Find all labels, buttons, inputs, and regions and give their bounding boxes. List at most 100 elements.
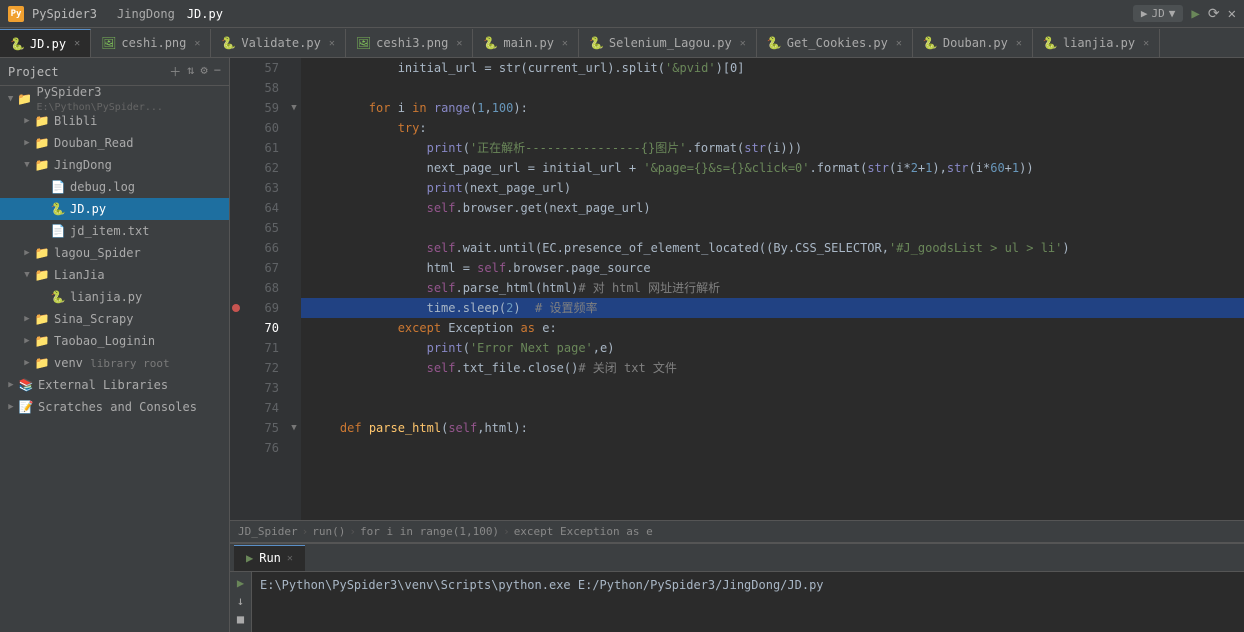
sync-icon[interactable]: ⇅ xyxy=(187,63,194,80)
run-tab-close[interactable]: ✕ xyxy=(287,553,293,564)
code-line-68: self.parse_html(html)# 对 html 网址进行解析 xyxy=(301,278,1244,298)
sidebar-label-douban-read: Douban_Read xyxy=(54,136,133,150)
py-icon-6: 🐍 xyxy=(923,36,938,50)
arrow-icon-sina: ▶ xyxy=(20,314,34,324)
py-file-icon: 🐍 xyxy=(50,202,66,216)
file-icon-debuglog: 📄 xyxy=(50,180,66,194)
app-name: PySpider3 xyxy=(32,7,97,21)
run-output-line: E:\Python\PySpider3\venv\Scripts\python.… xyxy=(260,576,1236,594)
tab-run[interactable]: ▶ Run ✕ xyxy=(234,545,305,571)
sidebar-item-lagou[interactable]: ▶ 📁 lagou_Spider xyxy=(0,242,229,264)
run-config-name: JD xyxy=(1152,7,1165,20)
line-60: 60 xyxy=(242,118,279,138)
sidebar-project-label: Project xyxy=(8,65,163,79)
sidebar-label-jingdong: JingDong xyxy=(54,158,112,172)
tab-close-getcookies[interactable]: ✕ xyxy=(896,38,902,49)
tab-getcookies[interactable]: 🐍 Get_Cookies.py ✕ xyxy=(757,29,913,57)
line-68: 68 xyxy=(242,278,279,298)
tab-bar: 🐍 JD.py ✕ 🖼 ceshi.png ✕ 🐍 Validate.py ✕ … xyxy=(0,28,1244,58)
run-icon: ▶ xyxy=(1141,7,1148,20)
title-tab-jdpy[interactable]: JD.py xyxy=(187,7,223,21)
tab-close-lianjia[interactable]: ✕ xyxy=(1143,38,1149,49)
code-line-60: try: xyxy=(301,118,1244,138)
line-57: 57 xyxy=(242,58,279,78)
tab-close-selenium[interactable]: ✕ xyxy=(740,38,746,49)
sidebar-item-jingdong[interactable]: ▼ 📁 JingDong xyxy=(0,154,229,176)
sidebar-label-pyspider3: PySpider3 E:\Python\PySpider... xyxy=(36,86,225,113)
breadcrumb-sep-2: › xyxy=(349,525,356,538)
run-config[interactable]: ▶ JD ▼ xyxy=(1133,5,1184,22)
breakpoint-gutter xyxy=(230,58,242,520)
sidebar-item-jd-py[interactable]: 🐍 JD.py xyxy=(0,198,229,220)
tab-main[interactable]: 🐍 main.py ✕ xyxy=(473,29,579,57)
line-66: 66 xyxy=(242,238,279,258)
sidebar-item-external-libs[interactable]: ▶ 📚 External Libraries xyxy=(0,374,229,396)
code-line-76 xyxy=(301,438,1244,458)
sidebar-item-debug-log[interactable]: 📄 debug.log xyxy=(0,176,229,198)
sidebar-label-scratches: Scratches and Consoles xyxy=(38,400,197,414)
sidebar-item-lianjia[interactable]: ▼ 📁 LianJia xyxy=(0,264,229,286)
tab-ceshi3[interactable]: 🖼 ceshi3.png ✕ xyxy=(346,29,474,57)
sidebar-item-venv[interactable]: ▶ 📁 venv library root xyxy=(0,352,229,374)
breadcrumb-part-3: for i in range(1,100) xyxy=(360,525,499,538)
breadcrumb-part-2: run() xyxy=(312,525,345,538)
sidebar-label-venv: venv library root xyxy=(54,356,170,370)
tab-douban[interactable]: 🐍 Douban.py ✕ xyxy=(913,29,1033,57)
tab-label-getcookies: Get_Cookies.py xyxy=(787,36,888,50)
sidebar-label-jd-txt: jd_item.txt xyxy=(70,224,149,238)
add-icon[interactable]: ＋ xyxy=(169,63,181,80)
run-button[interactable]: ▶ xyxy=(1191,6,1199,22)
sidebar-label-lagou: lagou_Spider xyxy=(54,246,141,260)
code-content[interactable]: initial_url = str(current_url).split('&p… xyxy=(301,58,1244,520)
tab-close-ceshi[interactable]: ✕ xyxy=(194,38,200,49)
run-down-button[interactable]: ↓ xyxy=(237,594,244,608)
settings-icon[interactable]: ⚙ xyxy=(201,63,208,80)
code-line-66: self.wait.until(EC.presence_of_element_l… xyxy=(301,238,1244,258)
tab-jdpy[interactable]: 🐍 JD.py ✕ xyxy=(0,29,91,57)
tab-validate[interactable]: 🐍 Validate.py ✕ xyxy=(211,29,345,57)
img-icon: 🖼 xyxy=(101,36,116,50)
tab-close-douban[interactable]: ✕ xyxy=(1016,38,1022,49)
sidebar-item-douban-read[interactable]: ▶ 📁 Douban_Read xyxy=(0,132,229,154)
line-69: 69 xyxy=(242,298,279,318)
title-bar-right: ▶ JD ▼ ▶ ⟳ ✕ xyxy=(1133,5,1236,22)
sidebar-item-taobao[interactable]: ▶ 📁 Taobao_Loginin xyxy=(0,330,229,352)
title-bar-left: Py PySpider3 JingDong JD.py xyxy=(8,6,223,22)
run-play-button[interactable]: ▶ xyxy=(237,576,244,590)
sidebar-item-pyspider3[interactable]: ▼ 📁 PySpider3 E:\Python\PySpider... xyxy=(0,88,229,110)
sidebar-header: Project ＋ ⇅ ⚙ − xyxy=(0,58,229,86)
refresh-button[interactable]: ⟳ xyxy=(1208,6,1220,22)
tab-ceshi-png[interactable]: 🖼 ceshi.png ✕ xyxy=(91,29,211,57)
sidebar-item-jd-txt[interactable]: 📄 jd_item.txt xyxy=(0,220,229,242)
sidebar-item-scratches[interactable]: ▶ 📝 Scratches and Consoles xyxy=(0,396,229,418)
fold-59[interactable]: ▼ xyxy=(287,98,301,118)
tab-lianjia[interactable]: 🐍 lianjia.py ✕ xyxy=(1033,29,1160,57)
folder-icon-blibli: 📁 xyxy=(34,114,50,128)
tab-close-jdpy[interactable]: ✕ xyxy=(74,38,80,49)
code-line-59: for i in range(1,100): xyxy=(301,98,1244,118)
code-line-58 xyxy=(301,78,1244,98)
py-icon-2: 🐍 xyxy=(221,36,236,50)
code-line-63: print(next_page_url) xyxy=(301,178,1244,198)
sidebar-item-sina[interactable]: ▶ 📁 Sina_Scrapy xyxy=(0,308,229,330)
title-tabs: JingDong JD.py xyxy=(117,7,223,21)
fold-75[interactable]: ▼ xyxy=(287,418,301,438)
title-tab-jingdong[interactable]: JingDong xyxy=(117,7,175,21)
arrow-icon-jingdong: ▼ xyxy=(20,160,34,170)
breadcrumb-bar: JD_Spider › run() › for i in range(1,100… xyxy=(230,520,1244,542)
run-stop-button[interactable]: ■ xyxy=(237,612,244,626)
py-icon-5: 🐍 xyxy=(767,36,782,50)
tab-close-validate[interactable]: ✕ xyxy=(329,38,335,49)
close-button[interactable]: ✕ xyxy=(1228,6,1236,22)
tab-close-ceshi3[interactable]: ✕ xyxy=(456,38,462,49)
minimize-icon[interactable]: − xyxy=(214,63,221,80)
img-icon-2: 🖼 xyxy=(356,36,371,50)
tab-close-main[interactable]: ✕ xyxy=(562,38,568,49)
sidebar-icons: ＋ ⇅ ⚙ − xyxy=(169,63,221,80)
code-line-62: next_page_url = initial_url + '&page={}&… xyxy=(301,158,1244,178)
py-icon-lianjia: 🐍 xyxy=(50,290,66,304)
line-numbers: 57 58 59 60 61 62 63 64 65 66 67 68 69 7… xyxy=(242,58,287,520)
sidebar-item-lianjia-py[interactable]: 🐍 lianjia.py xyxy=(0,286,229,308)
tab-selenium[interactable]: 🐍 Selenium_Lagou.py ✕ xyxy=(579,29,757,57)
sidebar-item-blibli[interactable]: ▶ 📁 Blibli xyxy=(0,110,229,132)
